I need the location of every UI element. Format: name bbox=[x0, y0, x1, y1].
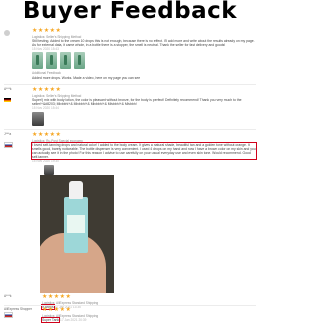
review-photo-thumbnail[interactable] bbox=[32, 112, 44, 126]
review-item: A***k ★★★★★ Logistics: Seller's Shipping… bbox=[4, 87, 256, 111]
additional-feedback-label: Additional Feedback bbox=[32, 71, 61, 75]
feedback-page: Buyer Feedback ★★★★★ Logistics: Seller's… bbox=[0, 0, 260, 325]
rating-stars: ★★★★★ bbox=[42, 307, 72, 313]
country-flag-icon bbox=[4, 97, 11, 102]
review-photo-thumbnail[interactable] bbox=[74, 52, 85, 69]
bottle-label-shape bbox=[67, 215, 85, 233]
review-text: Super!) mix with body lotion, the color … bbox=[32, 98, 242, 107]
review-photo-thumbnail[interactable] bbox=[44, 165, 54, 175]
divider bbox=[4, 129, 256, 130]
review-date: 15 Nov 2020 15:44 bbox=[32, 106, 59, 111]
country-flag-icon bbox=[4, 141, 13, 148]
rating-stars: ★★★★★ bbox=[32, 132, 62, 138]
review-text: I loved self-tanning drops and natural c… bbox=[31, 141, 257, 161]
bottle-cap-shape bbox=[69, 181, 83, 199]
review-text: Still testing. Added to the cream 10 dro… bbox=[32, 39, 255, 48]
review-photo-thumbnail[interactable] bbox=[46, 52, 57, 69]
review-text: Super Tank bbox=[40, 317, 61, 323]
reviewer-name: A***k bbox=[4, 294, 12, 298]
review-photo[interactable] bbox=[40, 175, 114, 293]
rating-stars: ★★★★★ bbox=[32, 28, 62, 34]
reviewer-name: AliExpress Shopper bbox=[4, 307, 32, 311]
divider bbox=[4, 305, 256, 306]
review-photos bbox=[32, 52, 85, 69]
rating-stars: ★★★★★ bbox=[42, 294, 72, 300]
review-photo-thumbnail[interactable] bbox=[32, 52, 43, 69]
page-title: Buyer Feedback bbox=[22, 0, 238, 24]
additional-feedback-text: Added more drops. Works. Made a video, h… bbox=[32, 76, 141, 80]
country-flag-icon bbox=[4, 312, 13, 318]
divider bbox=[4, 84, 256, 85]
review-photo-thumbnail[interactable] bbox=[60, 52, 71, 69]
review-item: J***a ★★★★★ Logistics: Ru-Post Special e… bbox=[4, 132, 257, 163]
rating-stars: ★★★★★ bbox=[32, 87, 62, 93]
avatar bbox=[4, 30, 10, 36]
review-date: 15 Nov 2020 15:43 bbox=[32, 47, 59, 52]
review-date: 15 Nov 2020 19:30 bbox=[32, 159, 59, 164]
review-date: 17 Jan 2021 20:39 bbox=[60, 318, 87, 322]
